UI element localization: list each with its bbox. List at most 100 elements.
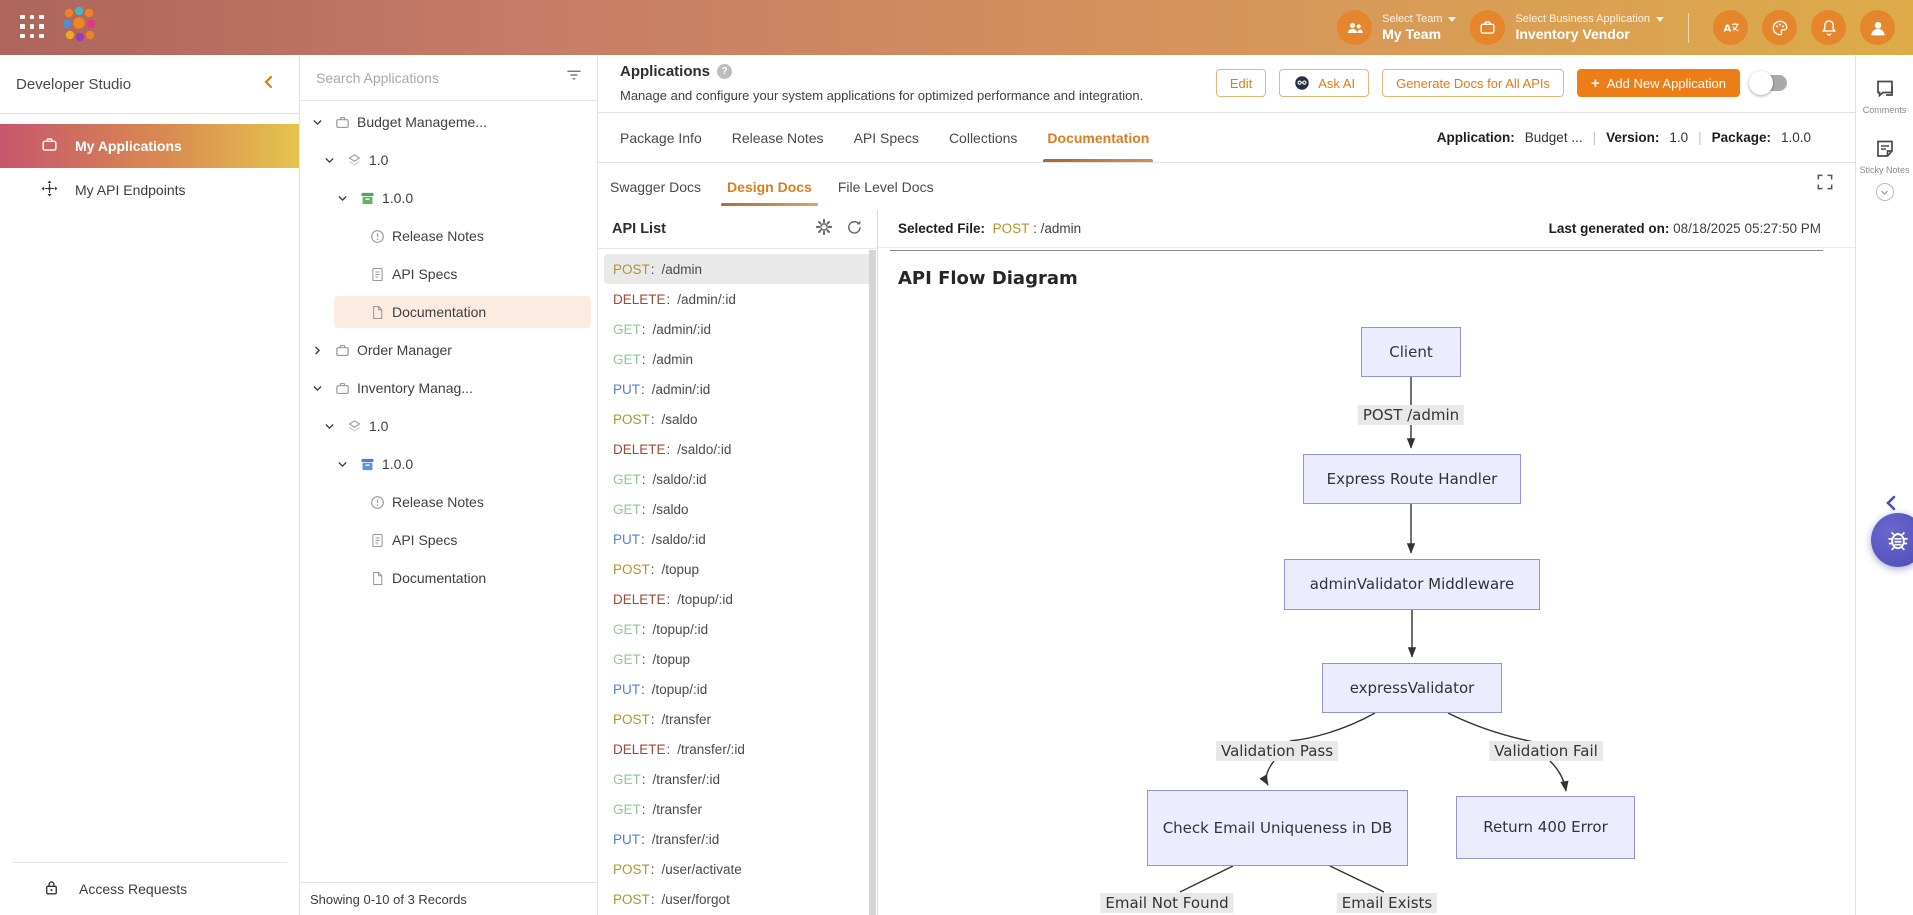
chevron-down-icon[interactable] — [323, 154, 346, 167]
bug-report-fab[interactable] — [1871, 513, 1913, 567]
http-method-label: GET — [613, 502, 641, 517]
api-list-item-put-saldo-id[interactable]: PUT:/saldo/:id — [604, 524, 871, 554]
sidebar-item-label: My Applications — [75, 138, 182, 154]
api-list-item-post-admin[interactable]: POST:/admin — [604, 254, 871, 284]
api-list-item-get-topup-id[interactable]: GET:/topup/:id — [604, 614, 871, 644]
api-list-item-get-saldo[interactable]: GET:/saldo — [604, 494, 871, 524]
http-method-label: GET — [613, 352, 641, 367]
tree-node-inventory-manag[interactable]: Inventory Manag... — [300, 369, 597, 407]
sidebar-item-my-applications[interactable]: My Applications — [0, 124, 299, 168]
api-list-item-post-transfer[interactable]: POST:/transfer — [604, 704, 871, 734]
api-list-item-post-user-activate[interactable]: POST:/user/activate — [604, 854, 871, 884]
sidebar-item-access-requests[interactable]: Access Requests — [0, 863, 299, 915]
api-list-item-get-transfer[interactable]: GET:/transfer — [604, 794, 871, 824]
sidebar-item-my-api-endpoints[interactable]: My API Endpoints — [0, 168, 299, 212]
refresh-icon[interactable] — [845, 218, 863, 241]
api-list-item-get-topup[interactable]: GET:/topup — [604, 644, 871, 674]
api-list-item-delete-admin-id[interactable]: DELETE:/admin/:id — [604, 284, 871, 314]
api-list-item-get-transfer-id[interactable]: GET:/transfer/:id — [604, 764, 871, 794]
tab-collections[interactable]: Collections — [949, 113, 1017, 162]
comments-label: Comments — [1863, 105, 1907, 115]
tab-api-specs[interactable]: API Specs — [854, 113, 919, 162]
api-list-item-post-user-forgot[interactable]: POST:/user/forgot — [604, 884, 871, 914]
api-list-item-put-transfer-id[interactable]: PUT:/transfer/:id — [604, 824, 871, 854]
api-list-item-post-topup[interactable]: POST:/topup — [604, 554, 871, 584]
rail-expand-icon[interactable] — [1876, 183, 1894, 201]
package-context: Application:Budget ... | Version:1.0 | P… — [1437, 113, 1811, 162]
notifications-bell-icon[interactable] — [1811, 10, 1846, 45]
package-blue-icon — [359, 456, 381, 473]
user-avatar[interactable] — [1860, 10, 1895, 45]
search-input[interactable] — [314, 69, 565, 87]
sticky-notes-button[interactable]: Sticky Notes — [1856, 137, 1913, 175]
filter-icon[interactable] — [565, 66, 583, 89]
api-path-label: /admin — [662, 262, 703, 277]
chevron-down-icon[interactable] — [336, 192, 359, 205]
chevron-down-icon[interactable] — [323, 420, 346, 433]
flow-node-client: Client — [1361, 327, 1461, 377]
tree-node-documentation[interactable]: Documentation — [300, 293, 597, 331]
tree-node-release-notes[interactable]: Release Notes — [300, 217, 597, 255]
applications-tree-panel: Budget Manageme...1.01.0.0Release NotesA… — [300, 55, 598, 915]
api-list-item-get-admin[interactable]: GET:/admin — [604, 344, 871, 374]
tab-package-info[interactable]: Package Info — [620, 113, 702, 162]
http-method-label: POST — [613, 862, 650, 877]
subtabs: Swagger Docs Design Docs File Level Docs — [610, 163, 934, 210]
subtab-design-docs[interactable]: Design Docs — [727, 163, 812, 210]
subtab-swagger-docs[interactable]: Swagger Docs — [610, 163, 701, 210]
release-icon — [369, 494, 391, 511]
topbar-divider — [1688, 13, 1689, 43]
business-application-selector[interactable]: Select Business Application Inventory Ve… — [1470, 10, 1664, 45]
tree-node-1-0[interactable]: 1.0 — [300, 141, 597, 179]
add-new-application-button[interactable]: +Add New Application — [1577, 69, 1740, 97]
generate-docs-button[interactable]: Generate Docs for All APIs — [1382, 69, 1564, 97]
tab-release-notes[interactable]: Release Notes — [732, 113, 824, 162]
api-list-scrollbar[interactable] — [869, 250, 876, 915]
api-list-item-delete-saldo-id[interactable]: DELETE:/saldo/:id — [604, 434, 871, 464]
app-launcher-icon[interactable] — [20, 15, 46, 41]
team-selector[interactable]: Select Team My Team — [1337, 10, 1456, 45]
right-utility-rail: Comments Sticky Notes — [1855, 55, 1913, 915]
header-toggle[interactable] — [1753, 75, 1787, 91]
tree-node-documentation[interactable]: Documentation — [300, 559, 597, 597]
tree-node-order-manager[interactable]: Order Manager — [300, 331, 597, 369]
tree-node-1-0-0[interactable]: 1.0.0 — [300, 445, 597, 483]
tree-node-1-0[interactable]: 1.0 — [300, 407, 597, 445]
comments-button[interactable]: Comments — [1856, 77, 1913, 115]
flow-edge-label-email-exists: Email Exists — [1337, 893, 1437, 913]
tree-node-api-specs[interactable]: API Specs — [300, 521, 597, 559]
tree-node-1-0-0[interactable]: 1.0.0 — [300, 179, 597, 217]
http-method-label: POST — [613, 892, 650, 907]
api-list-item-put-admin-id[interactable]: PUT:/admin/:id — [604, 374, 871, 404]
tree-node-api-specs[interactable]: API Specs — [300, 255, 597, 293]
flow-edge-label-email-not-found: Email Not Found — [1100, 893, 1233, 913]
api-list-item-delete-transfer-id[interactable]: DELETE:/transfer/:id — [604, 734, 871, 764]
theme-palette-icon[interactable] — [1762, 10, 1797, 45]
tree-node-label: Release Notes — [392, 494, 484, 510]
tree-node-label: Inventory Manag... — [357, 380, 473, 396]
layers-icon — [346, 152, 368, 169]
chevron-down-icon[interactable] — [311, 116, 334, 129]
api-list-item-delete-topup-id[interactable]: DELETE:/topup/:id — [604, 584, 871, 614]
edit-button[interactable]: Edit — [1216, 69, 1266, 97]
help-icon[interactable]: ? — [717, 64, 732, 79]
api-list-item-get-admin-id[interactable]: GET:/admin/:id — [604, 314, 871, 344]
selected-file-method: POST — [993, 221, 1030, 236]
settings-gear-icon[interactable] — [815, 218, 833, 241]
language-icon[interactable]: A — [1713, 10, 1748, 45]
http-method-label: PUT — [613, 832, 640, 847]
api-list-item-get-saldo-id[interactable]: GET:/saldo/:id — [604, 464, 871, 494]
tab-documentation[interactable]: Documentation — [1047, 113, 1149, 162]
api-list-item-post-saldo[interactable]: POST:/saldo — [604, 404, 871, 434]
ask-ai-button[interactable]: Ask AI — [1279, 69, 1369, 97]
fullscreen-icon[interactable] — [1815, 172, 1835, 197]
tree-node-budget-manageme[interactable]: Budget Manageme... — [300, 103, 597, 141]
chevron-down-icon[interactable] — [311, 382, 334, 395]
tree-node-release-notes[interactable]: Release Notes — [300, 483, 597, 521]
sidebar-collapse-icon[interactable] — [263, 75, 273, 94]
http-method-label: GET — [613, 772, 641, 787]
subtab-file-level-docs[interactable]: File Level Docs — [838, 163, 934, 210]
api-list-item-put-topup-id[interactable]: PUT:/topup/:id — [604, 674, 871, 704]
chevron-down-icon[interactable] — [336, 458, 359, 471]
chevron-right-icon[interactable] — [311, 344, 334, 357]
